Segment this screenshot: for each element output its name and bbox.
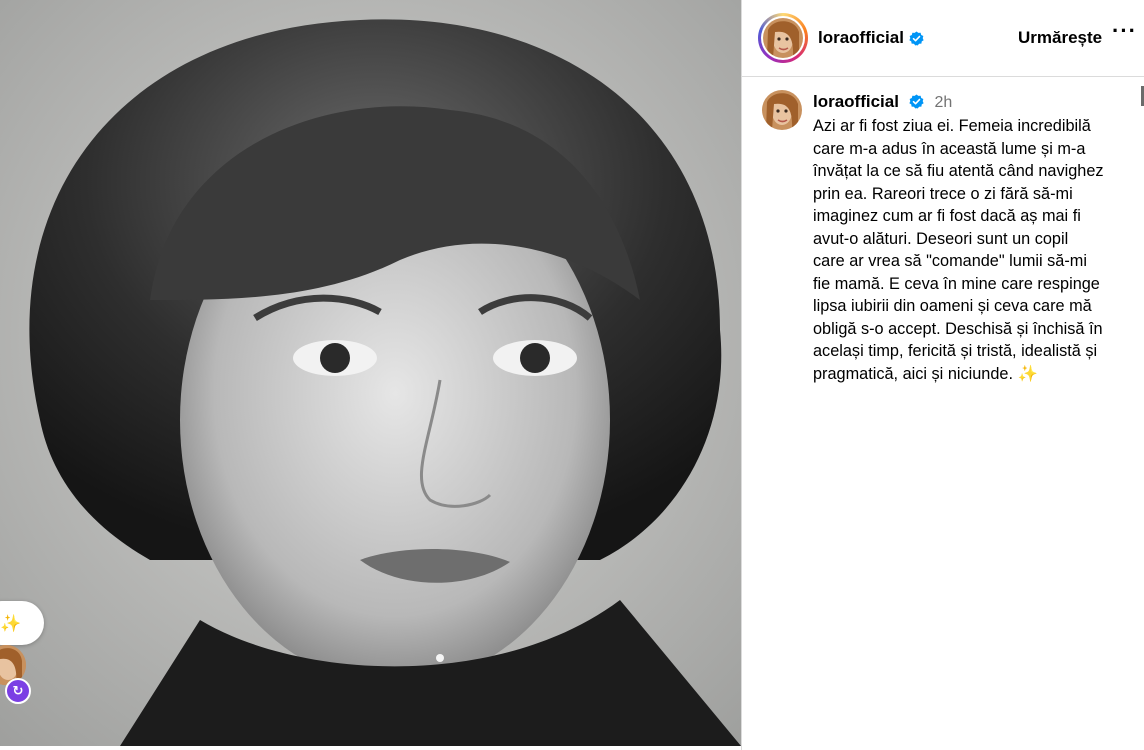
- follow-button[interactable]: Urmărește: [1018, 28, 1102, 48]
- repost-icon[interactable]: ↻: [5, 678, 31, 704]
- header-username[interactable]: loraofficial: [818, 28, 904, 48]
- caption-text: Azi ar fi fost ziua ei. Femeia incredibi…: [813, 115, 1131, 385]
- post-sidebar: loraofficial Urmărește ··· loraofficial …: [741, 0, 1144, 750]
- caption-username[interactable]: loraofficial: [813, 92, 899, 111]
- caption-header: loraofficial 2h: [813, 92, 1131, 113]
- verified-badge-icon: [909, 94, 924, 109]
- sparkle-icon: ✨: [1017, 364, 1038, 383]
- reaction-pill[interactable]: ✨: [0, 601, 44, 645]
- portrait-image: [0, 0, 741, 746]
- verified-badge-icon: [909, 30, 924, 45]
- post-photo[interactable]: [0, 0, 741, 746]
- post-header: loraofficial Urmărește ···: [742, 0, 1144, 77]
- caption-body: Azi ar fi fost ziua ei. Femeia incredibi…: [813, 117, 1104, 383]
- caption-avatar[interactable]: [762, 90, 802, 130]
- profile-avatar[interactable]: [758, 13, 808, 63]
- more-options-button[interactable]: ···: [1112, 20, 1137, 42]
- sparkle-icon: ✨: [0, 613, 22, 633]
- caption: loraofficial 2h Azi ar fi fost ziua ei. …: [813, 92, 1131, 385]
- post-timestamp[interactable]: 2h: [934, 94, 952, 111]
- avatar-image: [763, 18, 803, 58]
